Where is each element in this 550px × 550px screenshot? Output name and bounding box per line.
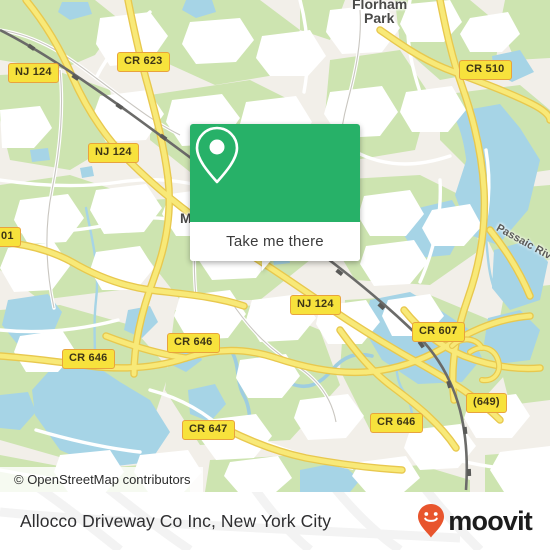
bottom-bar: Allocco Driveway Co Inc, New York City m… bbox=[0, 492, 550, 550]
location-title: Allocco Driveway Co Inc, New York City bbox=[20, 510, 332, 531]
road-shield-cr647[interactable]: CR 647 bbox=[182, 420, 235, 440]
moovit-logo[interactable]: moovit bbox=[416, 503, 533, 539]
road-shield-cr646-se[interactable]: CR 646 bbox=[370, 413, 423, 433]
road-shield-cr510[interactable]: CR 510 bbox=[459, 60, 512, 80]
map-pin-icon bbox=[195, 126, 239, 184]
map-canvas[interactable]: Florham Park M Passaic River NJ 124 CR 6… bbox=[0, 0, 550, 492]
road-shield-cr646-c[interactable]: CR 646 bbox=[167, 333, 220, 353]
road-shield-cr623[interactable]: CR 623 bbox=[117, 52, 170, 72]
road-shield-649[interactable]: (649) bbox=[466, 393, 507, 413]
take-me-there-popup[interactable]: Take me there bbox=[190, 124, 360, 261]
moovit-map-screen: Florham Park M Passaic River NJ 124 CR 6… bbox=[0, 0, 550, 550]
moovit-wordmark: moovit bbox=[448, 505, 533, 536]
popup-header bbox=[190, 124, 360, 222]
osm-attribution[interactable]: © OpenStreetMap contributors bbox=[0, 467, 203, 492]
road-shield-cr607[interactable]: CR 607 bbox=[412, 322, 465, 342]
take-me-there-button[interactable]: Take me there bbox=[190, 222, 360, 261]
road-shield-nj124-s[interactable]: NJ 124 bbox=[290, 295, 341, 315]
road-shield-nj124-nw[interactable]: NJ 124 bbox=[8, 63, 59, 83]
road-shield-nj124-w[interactable]: NJ 124 bbox=[88, 143, 139, 163]
road-shield-cr646-w[interactable]: CR 646 bbox=[62, 349, 115, 369]
road-shield-partial-01[interactable]: 01 bbox=[0, 227, 21, 247]
place-label-park: Park bbox=[364, 10, 395, 26]
moovit-pin-smiley-icon bbox=[418, 504, 445, 538]
